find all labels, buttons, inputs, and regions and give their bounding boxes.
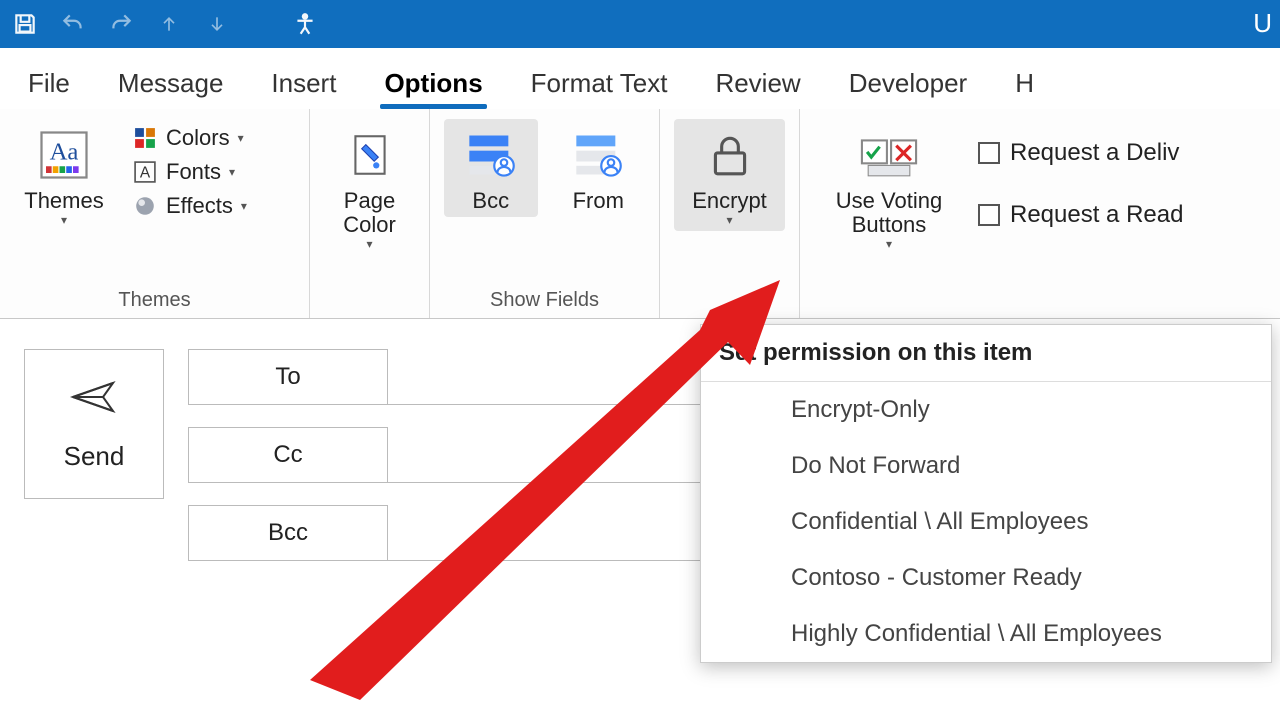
checkbox-icon [978,142,1000,164]
redo-icon[interactable] [106,9,136,39]
page-color-icon [338,123,402,187]
tab-developer[interactable]: Developer [845,62,972,109]
fonts-button[interactable]: A Fonts ▾ [128,157,251,187]
group-label-themes: Themes [14,285,295,312]
svg-text:A: A [140,165,151,182]
colors-button[interactable]: Colors ▾ [128,123,251,153]
page-color-label: Page Color [343,189,396,237]
bcc-label: Bcc [472,189,509,213]
bcc-icon [459,123,523,187]
tab-options[interactable]: Options [380,62,486,109]
request-delivery-checkbox[interactable]: Request a Deliv [978,133,1183,173]
dropdown-item-do-not-forward[interactable]: Do Not Forward [701,438,1271,494]
dropdown-item-encrypt-only[interactable]: Encrypt-Only [701,382,1271,438]
colors-icon [132,125,158,151]
group-page-color: Page Color ▾ [310,109,430,318]
from-label: From [573,189,624,213]
themes-icon: Aa [32,123,96,187]
group-tracking: Use Voting Buttons ▾ Request a Deliv Req… [800,109,1280,318]
themes-label: Themes [24,189,103,213]
group-show-fields: Bcc From Show Fields [430,109,660,318]
send-button[interactable]: Send [24,349,164,499]
checkbox-icon [978,204,1000,226]
chevron-down-icon: ▾ [229,165,235,179]
lock-icon [698,123,762,187]
svg-text:Aa: Aa [50,139,79,166]
chevron-down-icon: ▾ [366,237,372,251]
effects-icon [132,193,158,219]
tab-message[interactable]: Message [114,62,228,109]
undo-icon[interactable] [58,9,88,39]
to-button[interactable]: To [188,349,388,405]
send-label: Send [64,441,125,472]
bcc-button[interactable]: Bcc [188,505,388,561]
group-label-show-fields: Show Fields [444,285,645,312]
quick-access-toolbar [10,9,320,39]
chevron-down-icon: ▾ [238,131,244,145]
chevron-down-icon: ▾ [726,213,732,227]
save-icon[interactable] [10,9,40,39]
ribbon-tabs: File Message Insert Options Format Text … [0,48,1280,109]
fonts-icon: A [132,159,158,185]
dropdown-title: Set permission on this item [701,325,1271,382]
dropdown-item-confidential-all[interactable]: Confidential \ All Employees [701,494,1271,550]
effects-button[interactable]: Effects ▾ [128,191,251,221]
bcc-button[interactable]: Bcc [444,119,538,217]
voting-label: Use Voting Buttons [836,189,942,237]
cc-button[interactable]: Cc [188,427,388,483]
group-themes: Aa Themes ▾ Colors ▾ A Fonts [0,109,310,318]
arrow-down-icon[interactable] [202,9,232,39]
group-encrypt: Encrypt ▾ [660,109,800,318]
from-button[interactable]: From [552,119,646,217]
title-right-text: U [1253,8,1272,39]
themes-button[interactable]: Aa Themes ▾ [14,119,114,231]
chevron-down-icon: ▾ [886,237,892,251]
encrypt-label: Encrypt [692,189,767,213]
tab-format-text[interactable]: Format Text [527,62,672,109]
arrow-up-icon[interactable] [154,9,184,39]
use-voting-buttons[interactable]: Use Voting Buttons ▾ [814,119,964,255]
voting-icon [857,123,921,187]
from-icon [566,123,630,187]
dropdown-item-contoso-customer[interactable]: Contoso - Customer Ready [701,550,1271,606]
tab-file[interactable]: File [24,62,74,109]
title-bar: U [0,0,1280,48]
tab-review[interactable]: Review [711,62,804,109]
chevron-down-icon: ▾ [61,213,67,227]
encrypt-dropdown: Set permission on this item Encrypt-Only… [700,324,1272,663]
page-color-button[interactable]: Page Color ▾ [324,119,415,255]
encrypt-button[interactable]: Encrypt ▾ [674,119,785,231]
request-read-checkbox[interactable]: Request a Read [978,195,1183,235]
dropdown-item-highly-confidential[interactable]: Highly Confidential \ All Employees [701,606,1271,662]
chevron-down-icon: ▾ [241,199,247,213]
tab-help[interactable]: H [1011,62,1038,109]
send-icon [69,377,119,423]
ribbon: Aa Themes ▾ Colors ▾ A Fonts [0,109,1280,319]
tab-insert[interactable]: Insert [267,62,340,109]
accessibility-icon[interactable] [290,9,320,39]
